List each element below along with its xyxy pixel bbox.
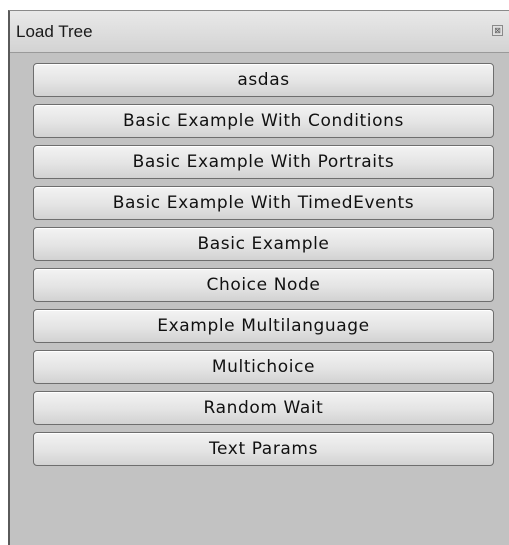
load-tree-button-asdas[interactable]: asdas — [33, 63, 494, 97]
load-tree-button-basic-example-with-conditions[interactable]: Basic Example With Conditions — [33, 104, 494, 138]
load-tree-button-basic-example-with-timedevents[interactable]: Basic Example With TimedEvents — [33, 186, 494, 220]
load-tree-window: Load Tree ⊠ asdas Basic Example With Con… — [8, 10, 509, 545]
load-tree-button-basic-example[interactable]: Basic Example — [33, 227, 494, 261]
tree-list: asdas Basic Example With Conditions Basi… — [10, 63, 509, 466]
window-title-tab[interactable]: Load Tree — [10, 11, 103, 53]
load-tree-button-multichoice[interactable]: Multichoice — [33, 350, 494, 384]
window-title: Load Tree — [16, 22, 93, 41]
load-tree-button-random-wait[interactable]: Random Wait — [33, 391, 494, 425]
load-tree-button-basic-example-with-portraits[interactable]: Basic Example With Portraits — [33, 145, 494, 179]
load-tree-button-text-params[interactable]: Text Params — [33, 432, 494, 466]
load-tree-button-choice-node[interactable]: Choice Node — [33, 268, 494, 302]
load-tree-button-example-multilanguage[interactable]: Example Multilanguage — [33, 309, 494, 343]
close-icon[interactable]: ⊠ — [492, 25, 503, 36]
title-bar: Load Tree ⊠ — [10, 11, 509, 53]
tree-list-panel: asdas Basic Example With Conditions Basi… — [10, 53, 509, 466]
